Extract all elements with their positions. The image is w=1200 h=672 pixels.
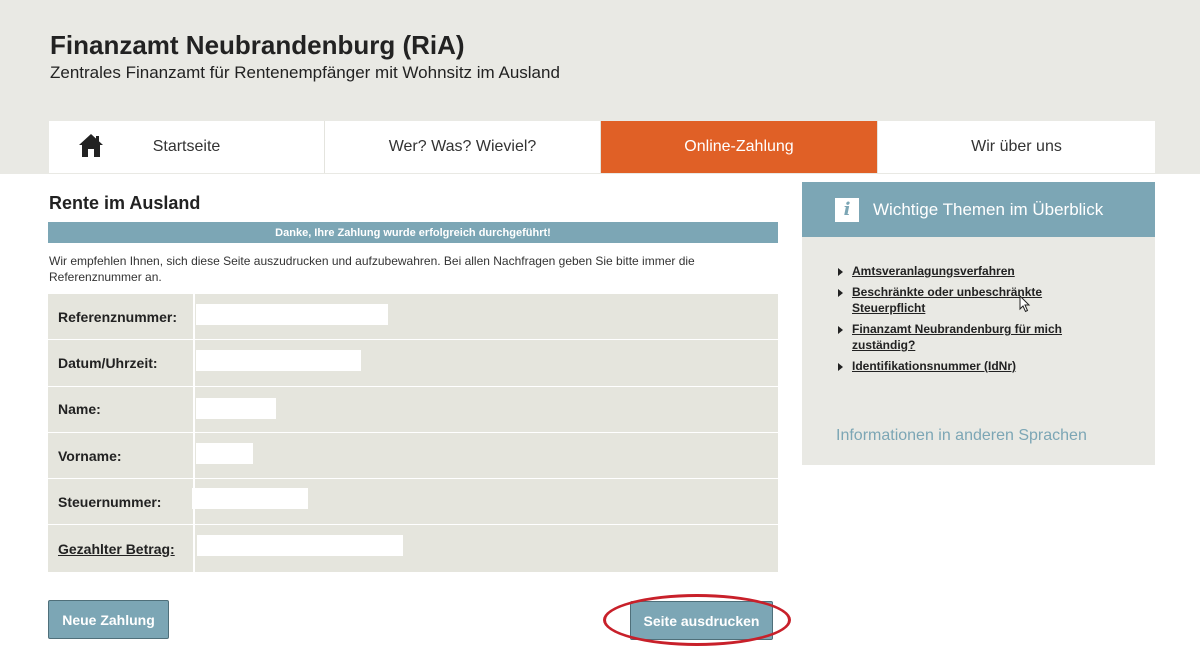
- payment-details-table: Referenznummer: Datum/Uhrzeit: Name: Vor…: [48, 294, 778, 572]
- nav-item-wir-ueber-uns[interactable]: Wir über uns: [878, 121, 1155, 173]
- topic-link-zustaendigkeit[interactable]: Finanzamt Neubrandenburg für mich zustän…: [836, 321, 1086, 353]
- nav-item-online-zahlung[interactable]: Online-Zahlung: [601, 121, 878, 173]
- row-label: Datum/Uhrzeit:: [48, 340, 195, 386]
- table-row: Steuernummer:: [48, 479, 778, 526]
- new-payment-button[interactable]: Neue Zahlung: [48, 600, 169, 639]
- home-icon: [79, 134, 103, 157]
- info-icon: i: [835, 197, 859, 222]
- nav-item-label: Wer? Was? Wieviel?: [388, 138, 537, 155]
- row-label-text: Gezahlter Betrag:: [58, 540, 175, 557]
- redacted-value: [196, 350, 361, 372]
- topic-link-text: Identifikationsnummer (IdNr): [852, 359, 1017, 373]
- redacted-value: [196, 397, 276, 419]
- info-text: Wir empfehlen Ihnen, sich diese Seite au…: [49, 254, 695, 284]
- table-row: Referenznummer:: [48, 294, 778, 341]
- row-label: Steuernummer:: [48, 479, 195, 525]
- nav-item-label: Startseite: [152, 138, 221, 155]
- topic-link-steuerpflicht[interactable]: Beschränkte oder unbeschränkte Steuerpfl…: [836, 284, 1066, 316]
- redacted-value: [196, 442, 253, 464]
- sidebar-heading: Wichtige Themen im Überblick: [873, 199, 1104, 219]
- topic-link-text: Beschränkte oder unbeschränkte Steuerpfl…: [852, 285, 1043, 315]
- success-message: Danke, Ihre Zahlung wurde erfolgreich du…: [48, 222, 778, 243]
- main-nav: Startseite Wer? Was? Wieviel? Online-Zah…: [49, 121, 1155, 173]
- topic-link-text: Finanzamt Neubrandenburg für mich zustän…: [852, 322, 1063, 352]
- row-label: Gezahlter Betrag:: [48, 525, 195, 572]
- topic-link-amtsveranlagung[interactable]: Amtsveranlagungsverfahren: [836, 263, 1155, 279]
- nav-item-label: Online-Zahlung: [684, 138, 794, 155]
- other-languages-link[interactable]: Informationen in anderen Sprachen: [836, 427, 1087, 445]
- site-subtitle: Zentrales Finanzamt für Rentenempfänger …: [50, 63, 560, 82]
- redacted-value: [196, 304, 388, 325]
- table-row: Datum/Uhrzeit:: [48, 340, 778, 387]
- table-row: Vorname:: [48, 432, 778, 480]
- table-row: Gezahlter Betrag:: [48, 525, 778, 572]
- site-title: Finanzamt Neubrandenburg (RiA): [50, 30, 465, 60]
- row-label: Referenznummer:: [48, 294, 195, 340]
- redacted-value: [197, 535, 403, 557]
- nav-item-startseite[interactable]: Startseite: [49, 121, 325, 173]
- highlight-ellipse: [603, 594, 791, 646]
- topic-link-idnr[interactable]: Identifikationsnummer (IdNr): [836, 358, 1155, 374]
- nav-item-label: Wir über uns: [971, 138, 1062, 155]
- page-title: Rente im Ausland: [49, 193, 201, 213]
- table-row: Name:: [48, 386, 778, 433]
- row-label: Vorname:: [48, 432, 195, 479]
- row-label: Name:: [48, 386, 195, 432]
- mouse-cursor-icon: [1019, 295, 1031, 313]
- sidebar-header: i Wichtige Themen im Überblick: [802, 182, 1155, 237]
- nav-item-wer-was-wieviel[interactable]: Wer? Was? Wieviel?: [325, 121, 601, 173]
- sidebar-topics: i Wichtige Themen im Überblick Amtsveran…: [802, 182, 1155, 465]
- topic-list: Amtsveranlagungsverfahren Beschränkte od…: [802, 263, 1155, 374]
- topic-link-text: Amtsveranlagungsverfahren: [852, 264, 1015, 278]
- redacted-value: [192, 488, 308, 510]
